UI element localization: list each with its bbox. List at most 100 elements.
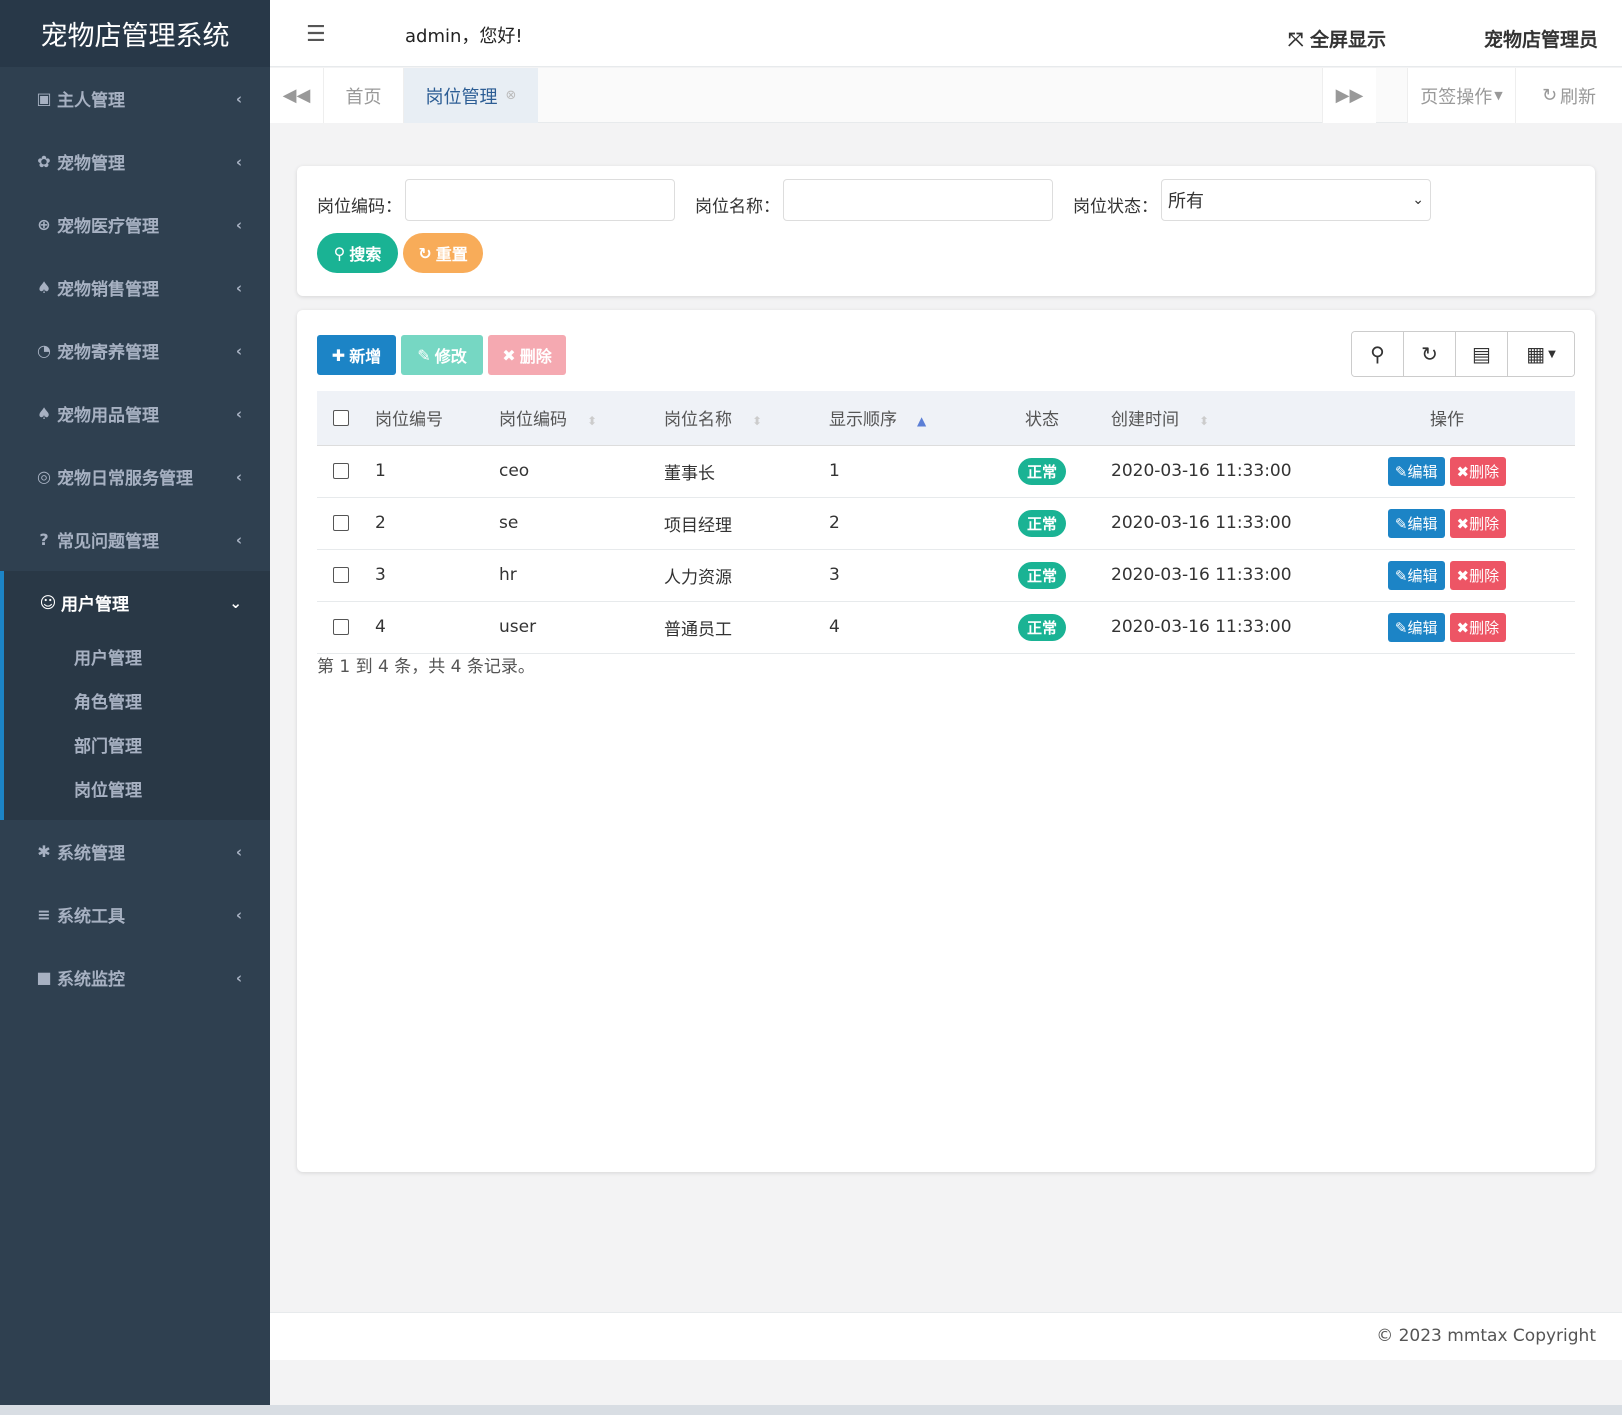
cell-post-name: 董事长 bbox=[664, 445, 829, 498]
sidebar-item-medical[interactable]: ⊕ 宠物医疗管理 ‹ bbox=[0, 193, 270, 256]
cell-post-id: 2 bbox=[375, 497, 499, 550]
row-delete-button[interactable]: ✖删除 bbox=[1449, 612, 1507, 642]
id-card-icon: ▣ bbox=[36, 89, 52, 108]
paw-icon: ✿ bbox=[37, 152, 51, 171]
tab-operations-dropdown[interactable]: 页签操作 ▼ bbox=[1407, 68, 1515, 123]
row-edit-button[interactable]: ✎编辑 bbox=[1387, 560, 1445, 590]
bell-icon: ♠ bbox=[36, 404, 52, 423]
chevron-left-icon: ‹ bbox=[235, 215, 242, 234]
edit-button[interactable]: ✎ 修改 bbox=[401, 335, 483, 375]
reset-button-label: 重置 bbox=[435, 245, 468, 264]
tab-post-management[interactable]: 岗位管理 ⊗ bbox=[404, 68, 538, 123]
select-all-checkbox[interactable] bbox=[333, 409, 349, 426]
row-edit-button[interactable]: ✎编辑 bbox=[1387, 456, 1445, 486]
sidebar-item-label: 宠物日常服务管理 bbox=[57, 469, 193, 489]
sidebar-item-boarding[interactable]: ◔ 宠物寄养管理 ‹ bbox=[0, 319, 270, 382]
menu-toggle-icon[interactable]: ☰ bbox=[306, 22, 326, 47]
toggle-search-button[interactable]: ⚲ bbox=[1352, 332, 1404, 376]
caret-down-icon: ▼ bbox=[1548, 348, 1556, 360]
refresh-table-button[interactable]: ↻ bbox=[1404, 332, 1456, 376]
row-checkbox[interactable] bbox=[333, 567, 349, 583]
sidebar-item-label: 用户管理 bbox=[61, 595, 129, 615]
reset-button[interactable]: ↻ 重置 bbox=[403, 233, 483, 273]
video-camera-icon: ■ bbox=[36, 968, 52, 987]
pagination-info: 第 1 到 4 条，共 4 条记录。 bbox=[317, 657, 535, 677]
sort-asc-icon: ▲ bbox=[917, 414, 927, 429]
sidebar-item-faq[interactable]: ? 常见问题管理 ‹ bbox=[0, 508, 270, 571]
sidebar-subitem-users[interactable]: 用户管理 bbox=[4, 634, 270, 678]
sidebar-item-label: 系统工具 bbox=[57, 907, 125, 927]
columns-dropdown-button[interactable]: ▦ ▼ bbox=[1508, 332, 1574, 376]
sidebar-item-user-management[interactable]: ☺ 用户管理 ⌄ bbox=[4, 571, 270, 634]
column-header-sortable[interactable]: 显示顺序 ▲ bbox=[829, 391, 995, 446]
sidebar-subitem-departments[interactable]: 部门管理 bbox=[4, 722, 270, 766]
user-menu[interactable]: 宠物店管理员 bbox=[1484, 25, 1598, 52]
delete-button[interactable]: ✖ 删除 bbox=[488, 335, 566, 375]
sidebar-item-owner[interactable]: ▣ 主人管理 ‹ bbox=[0, 67, 270, 130]
wifi-icon: ◔ bbox=[37, 341, 51, 360]
top-bar: ☰ admin，您好! ⤧ 全屏显示 宠物店管理员 bbox=[270, 0, 1622, 67]
row-edit-button[interactable]: ✎编辑 bbox=[1387, 508, 1445, 538]
fullscreen-button[interactable]: ⤧ 全屏显示 bbox=[1288, 25, 1386, 52]
cell-post-code: ceo bbox=[499, 445, 664, 498]
bell-icon: ♠ bbox=[36, 278, 52, 297]
chevron-left-icon: ‹ bbox=[235, 341, 242, 360]
sidebar-item-supplies[interactable]: ♠ 宠物用品管理 ‹ bbox=[0, 382, 270, 445]
list-alt-icon: ▤ bbox=[1472, 342, 1491, 366]
sidebar-item-label: 宠物医疗管理 bbox=[57, 217, 159, 237]
sidebar-item-system[interactable]: ✱ 系统管理 ‹ bbox=[0, 820, 270, 883]
edit-button-label: 修改 bbox=[434, 347, 467, 366]
sidebar-item-label: 宠物用品管理 bbox=[57, 406, 159, 426]
sidebar-item-sales[interactable]: ♠ 宠物销售管理 ‹ bbox=[0, 256, 270, 319]
search-button[interactable]: ⚲ 搜索 bbox=[317, 233, 398, 273]
post-status-select[interactable]: 所有 ⌄ bbox=[1161, 179, 1431, 221]
sidebar-item-monitor[interactable]: ■ 系统监控 ‹ bbox=[0, 946, 270, 1009]
sidebar-item-tools[interactable]: ≡ 系统工具 ‹ bbox=[0, 883, 270, 946]
row-delete-button[interactable]: ✖删除 bbox=[1449, 456, 1507, 486]
sidebar-subitem-posts[interactable]: 岗位管理 bbox=[4, 766, 270, 810]
refresh-button[interactable]: ↻ 刷新 bbox=[1515, 68, 1622, 123]
edit-icon: ✎ bbox=[417, 345, 431, 365]
row-checkbox[interactable] bbox=[333, 463, 349, 479]
column-header: 状态 bbox=[995, 391, 1089, 446]
row-edit-label: 编辑 bbox=[1407, 618, 1438, 637]
status-badge: 正常 bbox=[1017, 457, 1066, 485]
row-edit-button[interactable]: ✎编辑 bbox=[1387, 612, 1445, 642]
delete-button-label: 删除 bbox=[519, 347, 552, 366]
tab-scroll-right-button[interactable]: ▶▶ bbox=[1322, 68, 1376, 123]
sidebar-item-daily-service[interactable]: ◎ 宠物日常服务管理 ‹ bbox=[0, 445, 270, 508]
sidebar-item-pet[interactable]: ✿ 宠物管理 ‹ bbox=[0, 130, 270, 193]
tab-home[interactable]: 首页 bbox=[324, 68, 404, 123]
post-name-label: 岗位名称： bbox=[695, 197, 780, 217]
sidebar-subitem-roles[interactable]: 角色管理 bbox=[4, 678, 270, 722]
column-header-sortable[interactable]: 岗位名称 ⬍ bbox=[664, 391, 829, 446]
column-header-sortable[interactable]: 岗位编码 ⬍ bbox=[499, 391, 664, 446]
cell-order: 1 bbox=[829, 445, 995, 498]
row-delete-label: 删除 bbox=[1469, 514, 1500, 533]
close-icon[interactable]: ⊗ bbox=[506, 88, 517, 103]
chevron-left-icon: ‹ bbox=[235, 530, 242, 549]
sort-icon: ⬍ bbox=[1199, 414, 1210, 429]
user-circle-icon: ☺ bbox=[39, 593, 57, 612]
edit-icon: ✎ bbox=[1394, 462, 1408, 481]
post-name-input[interactable] bbox=[783, 179, 1053, 221]
edit-icon: ✎ bbox=[1394, 566, 1408, 585]
post-code-input[interactable] bbox=[405, 179, 675, 221]
times-icon: ✖ bbox=[1456, 566, 1470, 585]
row-checkbox[interactable] bbox=[333, 515, 349, 531]
column-header-sortable[interactable]: 创建时间 ⬍ bbox=[1089, 391, 1319, 446]
cell-order: 2 bbox=[829, 497, 995, 550]
add-button[interactable]: ✚ 新增 bbox=[317, 335, 396, 375]
row-delete-button[interactable]: ✖删除 bbox=[1449, 560, 1507, 590]
toggle-view-button[interactable]: ▤ bbox=[1456, 332, 1508, 376]
gear-icon: ✱ bbox=[37, 842, 51, 861]
copyright-text: © 2023 mmtax Copyright bbox=[1376, 1326, 1596, 1346]
search-button-label: 搜索 bbox=[349, 245, 382, 264]
search-icon: ⚲ bbox=[1370, 342, 1385, 366]
chevron-left-icon: ‹ bbox=[235, 152, 242, 171]
row-delete-button[interactable]: ✖删除 bbox=[1449, 508, 1507, 538]
fullscreen-label: 全屏显示 bbox=[1309, 29, 1386, 51]
row-checkbox[interactable] bbox=[333, 619, 349, 635]
welcome-text: admin，您好! bbox=[405, 26, 523, 47]
tab-scroll-left-button[interactable]: ◀◀ bbox=[270, 68, 324, 123]
